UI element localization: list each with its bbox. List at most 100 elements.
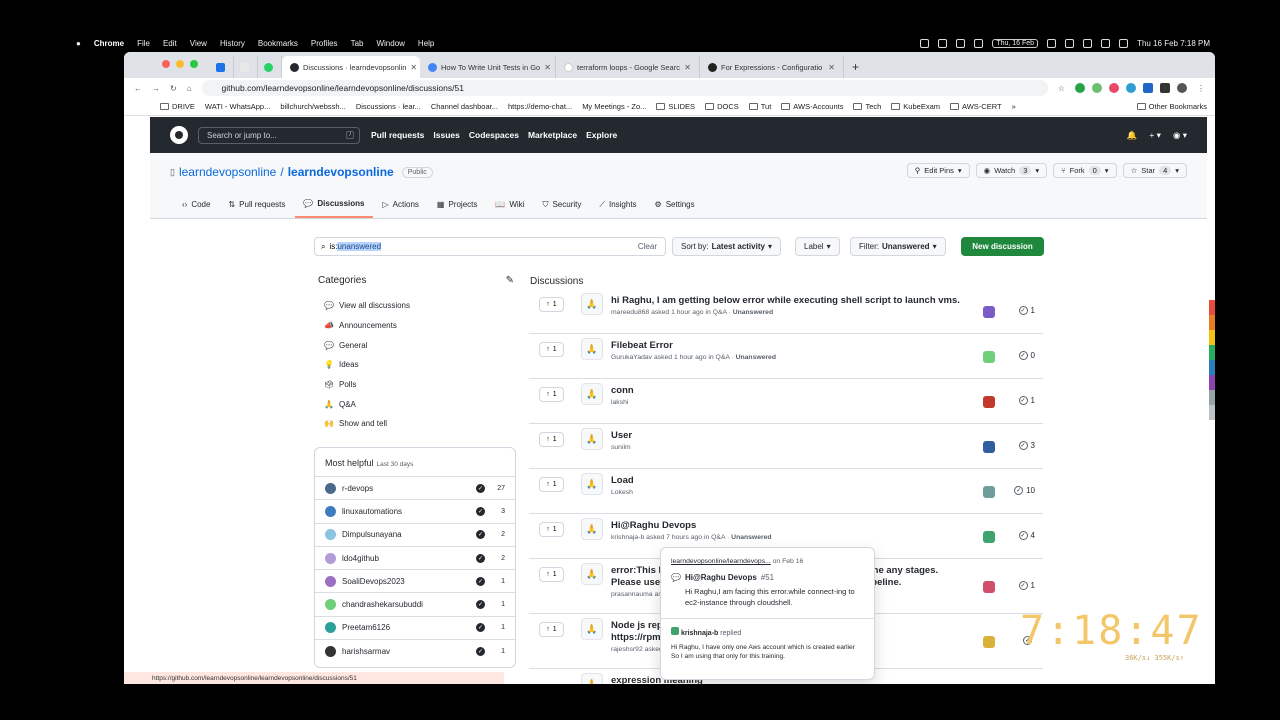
nav-issues[interactable]: Issues (433, 130, 459, 140)
upvote-button[interactable]: ↑ 1 (539, 387, 564, 402)
tab-terraform-loops[interactable]: terraform loops - Google Searc ✕ (556, 56, 700, 78)
extension-icon[interactable] (1075, 83, 1085, 93)
bookmark-item[interactable]: KubeExam (891, 102, 940, 111)
menu-history[interactable]: History (220, 39, 245, 48)
close-tab-icon[interactable]: ✕ (544, 63, 551, 72)
tab-actions[interactable]: ▷ Actions (375, 191, 427, 218)
avatar[interactable] (1177, 83, 1187, 93)
battery-icon[interactable] (1083, 38, 1093, 48)
watch-button[interactable]: ◉ Watch 3 ▾ (975, 163, 1048, 178)
category-polls[interactable]: 🗳 Polls (318, 375, 514, 395)
pencil-icon[interactable]: ✎ (506, 275, 514, 286)
url-input[interactable]: github.com/learndevopsonline/learndevops… (201, 80, 1048, 96)
menu-kebab-icon[interactable]: ⋮ (1197, 84, 1205, 93)
menu-file[interactable]: File (137, 39, 150, 48)
avatar[interactable] (983, 306, 995, 318)
github-logo-icon[interactable] (170, 126, 188, 144)
tab-settings[interactable]: ⚙ Settings (647, 191, 703, 218)
filter-dropdown[interactable]: Filter: Unanswered ▾ (850, 237, 946, 256)
menu-bookmarks[interactable]: Bookmarks (258, 39, 298, 48)
zoom-window-button[interactable] (190, 60, 198, 68)
repo-name-link[interactable]: learndevopsonline (288, 165, 394, 179)
avatar[interactable] (983, 531, 995, 543)
menu-tab[interactable]: Tab (351, 39, 364, 48)
back-icon[interactable]: ← (134, 84, 142, 93)
close-tab-icon[interactable]: ✕ (828, 63, 835, 72)
home-icon[interactable]: ⌂ (187, 84, 192, 93)
helpful-user-row[interactable]: SoaliDevops2023 ✓ 1 (315, 569, 515, 592)
edit-pins-button[interactable]: ⚲ Edit Pins ▾ (906, 163, 970, 178)
nav-marketplace[interactable]: Marketplace (528, 130, 577, 140)
menu-edit[interactable]: Edit (163, 39, 177, 48)
menu-window[interactable]: Window (376, 39, 404, 48)
tab-pull-requests[interactable]: ⇅ Pull requests (220, 191, 293, 218)
status-icon[interactable] (1047, 38, 1057, 48)
upvote-button[interactable]: ↑ 1 (539, 477, 564, 492)
bookmark-item[interactable]: AWS-Accounts (781, 102, 843, 111)
date-badge[interactable]: Thu, 16 Feb (992, 38, 1039, 48)
discussion-row[interactable]: ↑ 1 🙏 Filebeat Error GurukaYadav asked 1 hou… (529, 334, 1043, 379)
bell-icon[interactable]: 🔔 (1127, 130, 1138, 141)
tab-discussions[interactable]: 💬 Discussions (295, 191, 373, 218)
close-tab-icon[interactable]: ✕ (684, 63, 691, 72)
avatar[interactable] (983, 396, 995, 408)
bookmark-item[interactable]: Tech (853, 102, 881, 111)
tab-unit-tests[interactable]: How To Write Unit Tests in Go ✕ (420, 56, 556, 78)
nav-explore[interactable]: Explore (586, 130, 617, 140)
clear-filter-button[interactable]: Clear (638, 242, 657, 251)
minimize-window-button[interactable] (176, 60, 184, 68)
tab-insights[interactable]: ⟋ Insights (591, 191, 644, 218)
pinned-tab[interactable] (234, 56, 258, 78)
menubar-clock[interactable]: Thu 16 Feb 7:18 PM (1137, 39, 1210, 48)
tab-discussions[interactable]: Discussions · learndevopsonlin ✕ (282, 56, 420, 78)
helpful-username[interactable]: r-devops (342, 484, 373, 493)
upvote-button[interactable]: ↑ 1 (539, 297, 564, 312)
wifi-icon[interactable] (1101, 38, 1111, 48)
helpful-user-row[interactable]: linuxautomations ✓ 3 (315, 499, 515, 522)
discussion-title[interactable]: Filebeat Error (611, 340, 961, 352)
helpful-username[interactable]: SoaliDevops2023 (342, 577, 405, 586)
category-show-and-tell[interactable]: 🙌 Show and tell (318, 414, 514, 434)
discussion-filter-input[interactable]: ⌕ is:unanswered Clear (314, 237, 666, 256)
helpful-username[interactable]: Preetam6126 (342, 623, 390, 632)
helpful-user-row[interactable]: Dimpulsunayana ✓ 2 (315, 522, 515, 546)
status-icon[interactable] (974, 38, 984, 48)
menu-view[interactable]: View (190, 39, 207, 48)
discussion-title[interactable]: Hi@Raghu Devops (611, 520, 961, 532)
helpful-username[interactable]: Dimpulsunayana (342, 530, 402, 539)
helpful-username[interactable]: chandrashekarsubuddi (342, 600, 423, 609)
bookmark-item[interactable]: DRIVE (160, 102, 195, 111)
upvote-button[interactable]: ↑ 1 (539, 342, 564, 357)
avatar[interactable] (983, 486, 995, 498)
nav-codespaces[interactable]: Codespaces (469, 130, 519, 140)
status-icon[interactable] (920, 38, 930, 48)
repo-owner-link[interactable]: learndevopsonline (179, 165, 276, 179)
discussion-title[interactable]: hi Raghu, I am getting below error while… (611, 295, 961, 307)
discussion-row[interactable]: ↑ 1 🙏 conn lakshi ✓ 1 (529, 379, 1043, 424)
search-icon[interactable] (1119, 38, 1129, 48)
category-all[interactable]: 💬 View all discussions (318, 296, 514, 316)
menu-app-name[interactable]: Chrome (94, 39, 124, 48)
status-icon[interactable] (956, 38, 966, 48)
tab-security[interactable]: ⛉ Security (534, 191, 589, 218)
helpful-user-row[interactable]: r-devops ✓ 27 (315, 476, 515, 499)
helpful-user-row[interactable]: Preetam6126 ✓ 1 (315, 615, 515, 639)
bookmark-item[interactable]: Discussions · lear... (356, 102, 421, 111)
bookmark-item[interactable]: DOCS (705, 102, 739, 111)
create-new-icon[interactable]: + ▾ (1149, 130, 1161, 141)
upvote-button[interactable]: ↑ 1 (539, 522, 564, 537)
bookmark-item[interactable]: Channel dashboar... (431, 102, 498, 111)
close-window-button[interactable] (162, 60, 170, 68)
bookmark-item[interactable]: SLIDES (656, 102, 695, 111)
avatar[interactable] (983, 636, 995, 648)
discussion-row[interactable]: ↑ 1 🙏 User sunilm ✓ 3 (529, 424, 1043, 469)
bookmark-item[interactable]: https://demo-chat... (508, 102, 572, 111)
global-search-input[interactable]: Search or jump to... / (198, 126, 360, 144)
upvote-button[interactable]: ↑ 1 (539, 567, 564, 582)
tab-for-expressions[interactable]: For Expressions - Configuratio ✕ (700, 56, 844, 78)
tab-code[interactable]: ‹› Code (174, 191, 218, 218)
category-qa[interactable]: 🙏 Q&A (318, 394, 514, 414)
discussion-title[interactable]: User (611, 430, 961, 442)
avatar[interactable]: ◉ ▾ (1173, 130, 1187, 141)
new-discussion-button[interactable]: New discussion (961, 237, 1044, 256)
